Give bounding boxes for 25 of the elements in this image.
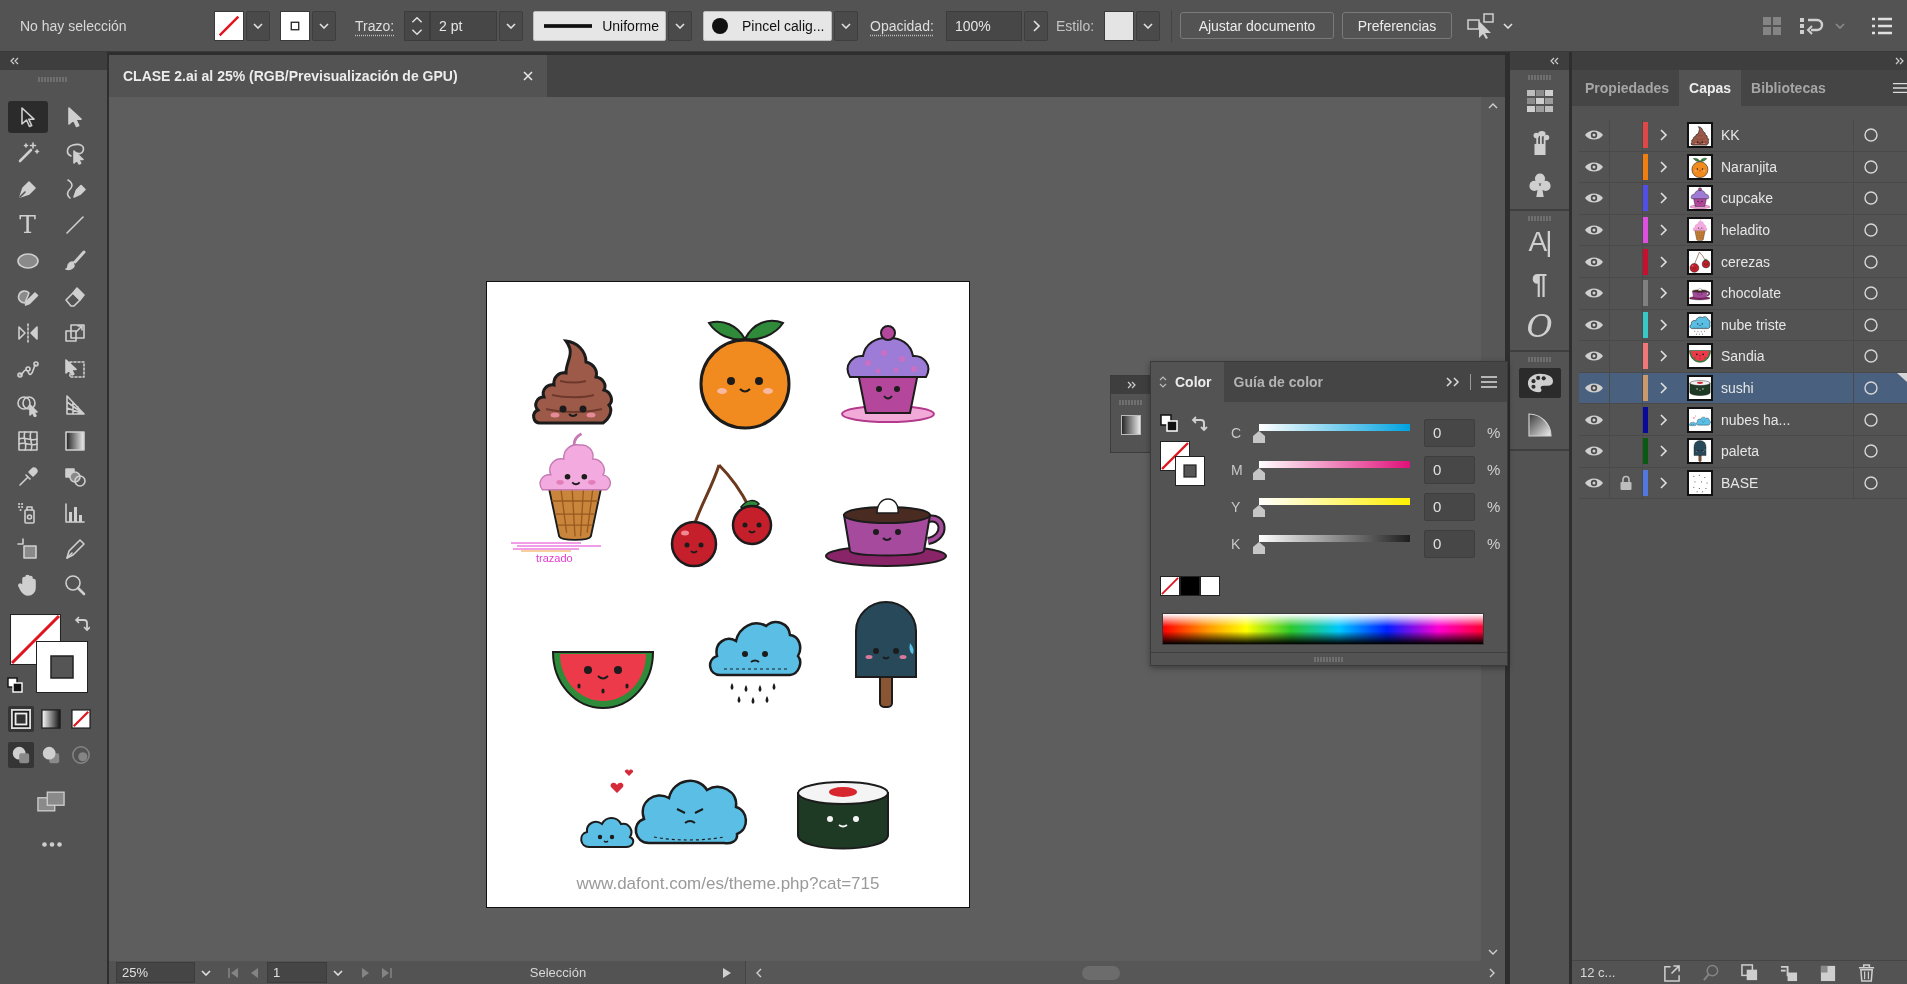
path-label: trazado bbox=[536, 552, 573, 564]
layer-name: KK bbox=[1720, 127, 1741, 144]
artboard-url-text: www.dafont.com/es/theme.php?cat=715 bbox=[575, 874, 881, 894]
percent-unit: % bbox=[1487, 498, 1501, 515]
percent-unit: % bbox=[1487, 535, 1501, 552]
layer-name: paleta bbox=[1720, 443, 1761, 460]
layer-name: chocolate bbox=[1720, 285, 1782, 302]
layer-name: sushi bbox=[1720, 380, 1755, 397]
selection-status: No hay selección bbox=[20, 17, 128, 34]
layer-count: 12 c... bbox=[1580, 965, 1617, 980]
layer-name: Naranjita bbox=[1720, 158, 1779, 175]
channel-label: K bbox=[1230, 535, 1242, 552]
channel-label: C bbox=[1230, 424, 1243, 441]
layer-name: heladito bbox=[1720, 222, 1772, 239]
layer-name: nubes ha... bbox=[1720, 411, 1792, 428]
percent-unit: % bbox=[1487, 424, 1501, 441]
style-label: Estilo: bbox=[1056, 17, 1096, 34]
layer-name: cupcake bbox=[1720, 190, 1775, 207]
layer-name: nube triste bbox=[1720, 316, 1788, 333]
channel-label: Y bbox=[1230, 498, 1242, 515]
channel-label: M bbox=[1230, 461, 1244, 478]
layer-name: Sandia bbox=[1720, 348, 1766, 365]
layer-name: BASE bbox=[1720, 474, 1760, 491]
layer-name: cerezas bbox=[1720, 253, 1772, 270]
percent-unit: % bbox=[1487, 461, 1501, 478]
